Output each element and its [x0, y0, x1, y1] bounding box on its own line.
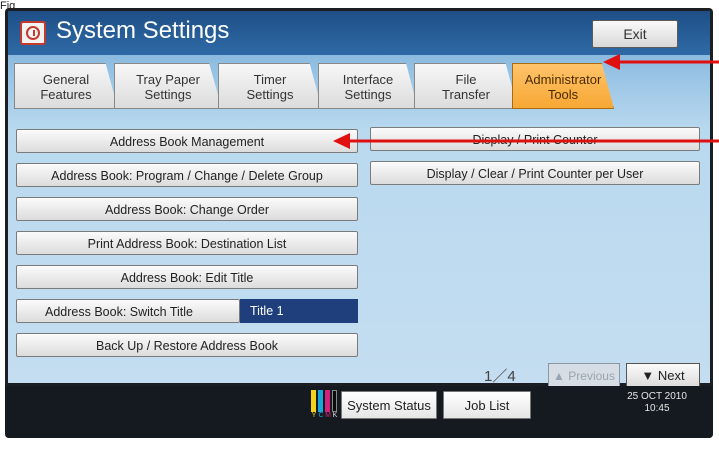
arrow-to-administrator-tools [603, 54, 719, 70]
arrow-to-address-book-management [333, 133, 719, 149]
annotation-arrows [333, 54, 719, 149]
